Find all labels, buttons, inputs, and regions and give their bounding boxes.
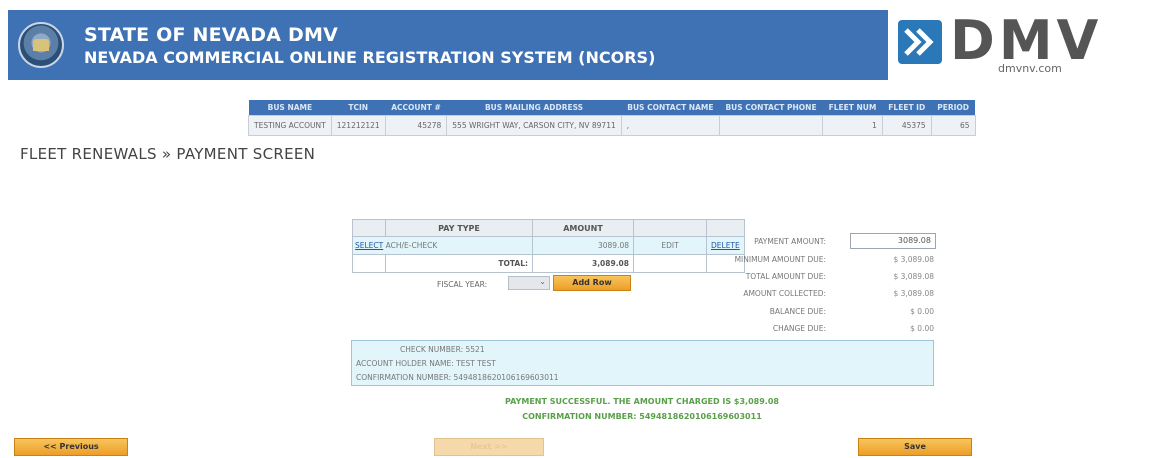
- add-row-button[interactable]: Add Row: [553, 275, 631, 291]
- save-button[interactable]: Save: [858, 438, 972, 456]
- nevada-seal-icon: [18, 22, 64, 68]
- cell-contact-name: ,: [620, 115, 720, 136]
- payment-row: SELECT ACH/E-CHECK 3089.08 EDIT DELETE: [352, 236, 745, 255]
- total-label: TOTAL:: [385, 254, 533, 273]
- col-fleet-id: FLEET ID: [882, 100, 932, 116]
- next-button[interactable]: Next >>: [434, 438, 544, 456]
- account-holder-name: ACCOUNT HOLDER NAME: TEST TEST: [356, 359, 496, 368]
- account-info-table: BUS NAME TCIN ACCOUNT # BUS MAILING ADDR…: [248, 100, 976, 136]
- col-select: [352, 219, 386, 237]
- cell-period: 65: [930, 115, 976, 136]
- payment-amount-label: PAYMENT AMOUNT:: [754, 237, 826, 246]
- col-contact-phone: BUS CONTACT PHONE: [719, 100, 823, 116]
- fiscal-year-label: FISCAL YEAR:: [437, 280, 488, 289]
- minimum-due-label: MINIMUM AMOUNT DUE:: [734, 255, 826, 264]
- check-number: CHECK NUMBER: 5521: [400, 345, 485, 354]
- balance-label: BALANCE DUE:: [769, 307, 826, 316]
- cell-fleet-id: 45375: [881, 115, 932, 136]
- cell-account: 45278: [384, 115, 448, 136]
- collected-value: $ 3,089.08: [893, 289, 934, 298]
- col-pay-type: PAY TYPE: [385, 219, 533, 237]
- breadcrumb: FLEET RENEWALS » PAYMENT SCREEN: [20, 145, 316, 163]
- header-title: STATE OF NEVADA DMV: [84, 24, 338, 46]
- total-due-value: $ 3,089.08: [893, 272, 934, 281]
- col-fleet-num: FLEET NUM: [822, 100, 883, 116]
- previous-button[interactable]: << Previous: [14, 438, 128, 456]
- cell-tcin: 121212121: [330, 115, 386, 136]
- total-due-label: TOTAL AMOUNT DUE:: [745, 272, 826, 281]
- edit-link[interactable]: EDIT: [633, 236, 707, 255]
- col-address: BUS MAILING ADDRESS: [446, 100, 622, 116]
- dmv-logo: DMV dmvnv.com: [888, 10, 1120, 80]
- pay-type-value: ACH/E-CHECK: [385, 241, 438, 250]
- success-line-2: CONFIRMATION NUMBER: 5494818620106169603…: [522, 412, 762, 421]
- col-contact-name: BUS CONTACT NAME: [621, 100, 720, 116]
- col-amount: AMOUNT: [532, 219, 634, 237]
- payment-grid: PAY TYPE AMOUNT SELECT ACH/E-CHECK 3089.…: [352, 219, 745, 273]
- account-data-row: TESTING ACCOUNT 121212121 45278 555 WRIG…: [248, 115, 976, 136]
- dmv-chevron-icon: [898, 20, 942, 64]
- select-link[interactable]: SELECT: [355, 241, 383, 250]
- col-account: ACCOUNT #: [385, 100, 447, 116]
- balance-value: $ 0.00: [910, 307, 934, 316]
- fiscal-year-select[interactable]: ⌄: [508, 276, 550, 290]
- logo-url: dmvnv.com: [998, 62, 1062, 75]
- col-bus-name: BUS NAME: [248, 100, 332, 116]
- cell-bus-name: TESTING ACCOUNT: [248, 115, 332, 136]
- payment-amount-input[interactable]: 3089.08: [850, 233, 936, 249]
- col-tcin: TCIN: [331, 100, 386, 116]
- header-banner: STATE OF NEVADA DMV NEVADA COMMERCIAL ON…: [8, 10, 1120, 80]
- cell-fleet-num: 1: [822, 115, 883, 136]
- collected-label: AMOUNT COLLECTED:: [743, 289, 826, 298]
- header-subtitle: NEVADA COMMERCIAL ONLINE REGISTRATION SY…: [84, 48, 656, 67]
- minimum-due-value: $ 3,089.08: [893, 255, 934, 264]
- col-period: PERIOD: [931, 100, 975, 116]
- account-header-row: BUS NAME TCIN ACCOUNT # BUS MAILING ADDR…: [248, 100, 975, 116]
- cell-address: 555 WRIGHT WAY, CARSON CITY, NV 89711: [446, 115, 622, 136]
- cell-contact-phone: [718, 115, 824, 136]
- change-label: CHANGE DUE:: [772, 324, 826, 333]
- total-row: TOTAL: 3,089.08: [352, 254, 745, 273]
- confirmation-number: CONFIRMATION NUMBER: 5494818620106169603…: [356, 373, 559, 382]
- success-line-1: PAYMENT SUCCESSFUL. THE AMOUNT CHARGED I…: [505, 397, 779, 406]
- col-edit: [633, 219, 707, 237]
- chevron-down-icon: ⌄: [539, 277, 546, 286]
- change-value: $ 0.00: [910, 324, 934, 333]
- payment-grid-header: PAY TYPE AMOUNT: [352, 219, 745, 237]
- success-message: PAYMENT SUCCESSFUL. THE AMOUNT CHARGED I…: [352, 394, 932, 424]
- col-delete: [706, 219, 745, 237]
- amount-value: 3089.08: [532, 236, 634, 255]
- total-value: 3,089.08: [532, 254, 634, 273]
- check-info-panel: CHECK NUMBER: 5521 ACCOUNT HOLDER NAME: …: [351, 340, 934, 386]
